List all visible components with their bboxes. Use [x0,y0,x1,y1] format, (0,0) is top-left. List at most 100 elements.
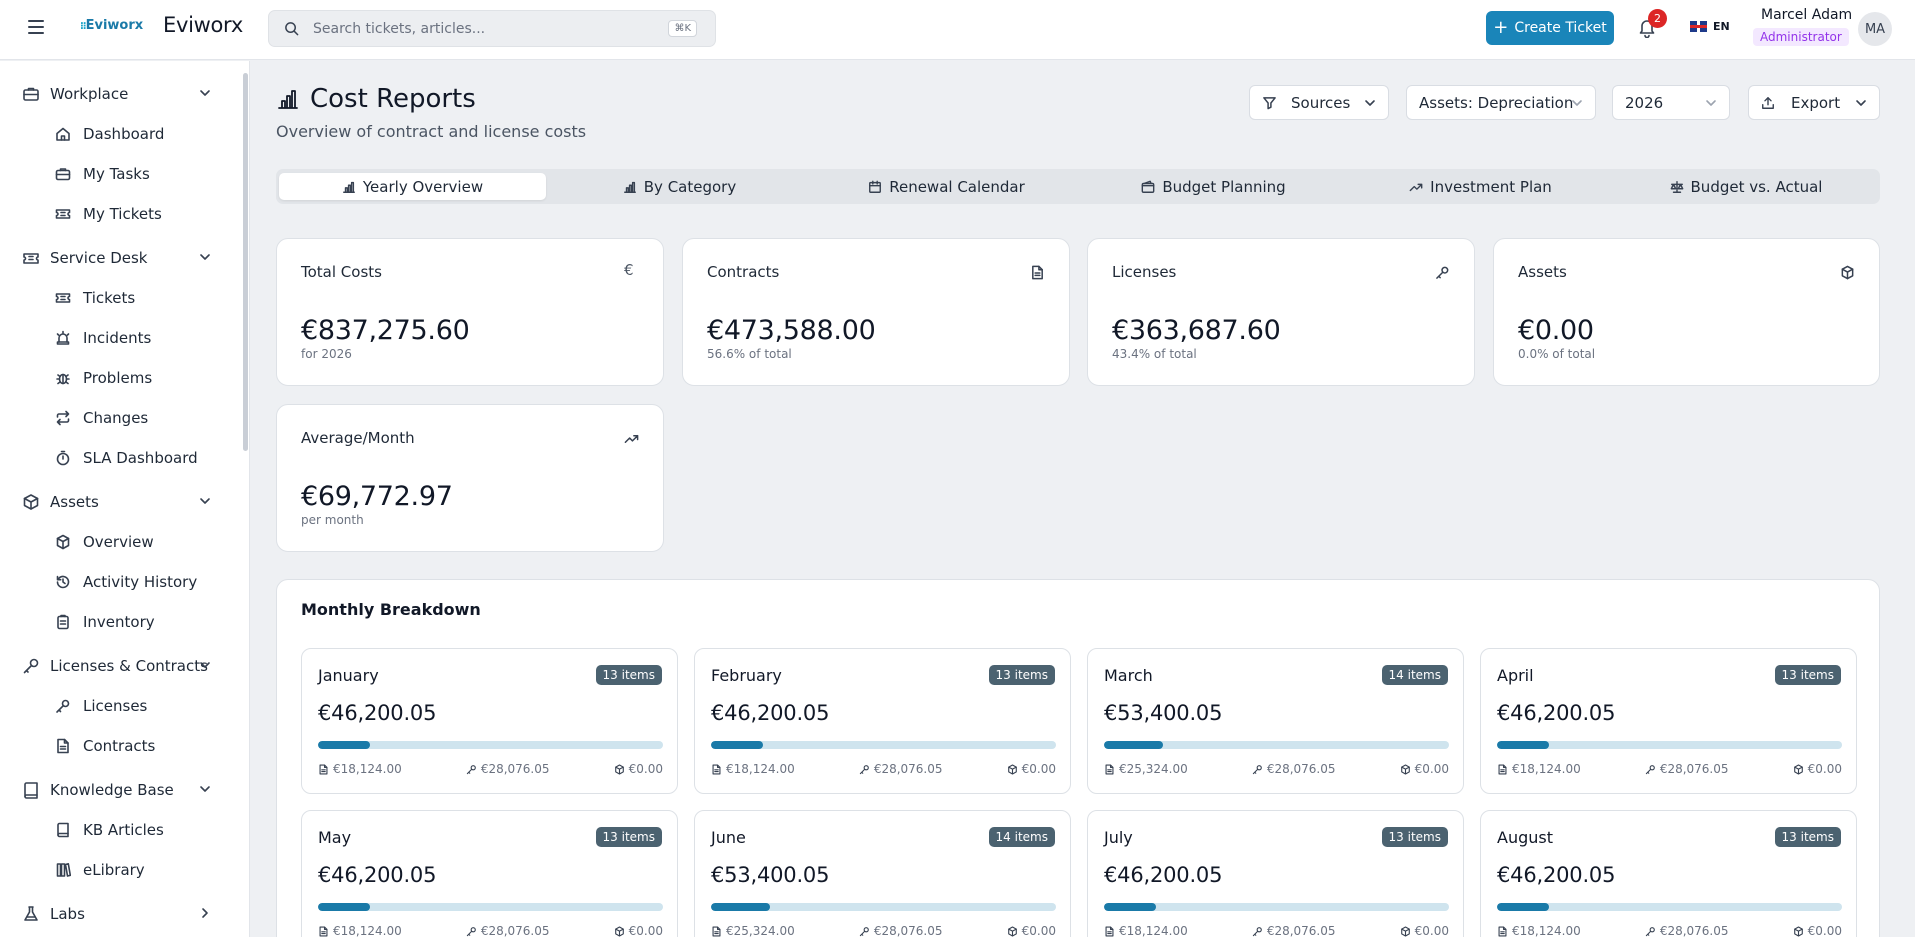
box-icon [1400,925,1410,937]
month-total: €46,200.05 [318,701,437,725]
ticket-icon [55,209,71,219]
month-name: April [1497,666,1534,685]
export-button[interactable]: Export [1748,85,1880,120]
sidebar-item-problems[interactable]: Problems [55,366,152,390]
tab-yearly-overview[interactable]: Yearly Overview [279,173,546,200]
licenses-cost-value: €28,076.05 [873,924,943,937]
sidebar-item-contracts[interactable]: Contracts [55,734,155,758]
month-total: €46,200.05 [1497,701,1616,725]
language-switcher[interactable]: EN [1690,20,1730,33]
bar-chart-icon [342,181,355,193]
upload-icon [1762,96,1774,109]
assets-cost-value: €0.00 [1807,924,1842,937]
chevron-down-icon [200,254,210,260]
sidebar-item-label: Inventory [83,613,155,631]
month-cost-split: €25,324.00 €28,076.05 €0.00 [1104,762,1449,776]
month-name: May [318,828,352,847]
tab-renewal-calendar[interactable]: Renewal Calendar [813,173,1080,200]
assets-cost-value: €0.00 [1414,762,1449,776]
sidebar-item-elibrary[interactable]: eLibrary [55,858,145,882]
stat-sub: per month [301,513,364,527]
key-icon [1645,926,1655,936]
sidebar-group-workplace[interactable]: Workplace [22,82,210,106]
tab-label: Yearly Overview [362,177,484,196]
year-select[interactable]: 2026 [1612,85,1730,120]
sidebar-item-dashboard[interactable]: Dashboard [55,122,164,146]
month-name: July [1104,828,1133,847]
user-role-badge: Administrator [1753,28,1849,46]
key-icon [466,764,476,774]
stat-sub: 0.0% of total [1518,347,1596,361]
create-ticket-button[interactable]: + Create Ticket [1486,11,1614,45]
sidebar-group-knowledge-base[interactable]: Knowledge Base [22,778,210,802]
sources-label: Sources [1291,93,1351,112]
sidebar-item-label: eLibrary [83,861,145,879]
trend-up-icon [1409,183,1423,191]
sidebar-group-service-desk[interactable]: Service Desk [22,246,210,270]
sidebar-scrollbar[interactable] [243,73,248,451]
sidebar-item-label: My Tickets [83,205,162,223]
sidebar-item-licenses[interactable]: Licenses [55,694,147,718]
licenses-cost: €28,076.05 [859,762,943,776]
page-title: Cost Reports [276,84,476,114]
month-card[interactable]: August 13 items €46,200.05 €18,124.00 €28,07… [1480,810,1857,937]
sidebar-item-kb-articles[interactable]: KB Articles [55,818,164,842]
sidebar-item-label: Tickets [83,289,136,307]
month-card[interactable]: January 13 items €46,200.05 €18,124.00 €28,0… [301,648,678,794]
sidebar-group-label: Workplace [50,85,129,103]
bar-chart-icon [278,90,298,109]
tab-investment-plan[interactable]: Investment Plan [1347,173,1614,200]
box-icon [1793,925,1803,937]
licenses-cost: €28,076.05 [1252,924,1336,937]
file-icon [319,925,328,937]
chevron-down-icon [200,662,210,668]
month-card[interactable]: April 13 items €46,200.05 €18,124.00 €28,076… [1480,648,1857,794]
stat-card-licenses: Licenses €363,687.60 43.4% of total [1087,238,1475,386]
contracts-cost: €25,324.00 [1104,762,1188,776]
sidebar-item-tickets[interactable]: Tickets [55,286,135,310]
month-card[interactable]: March 14 items €53,400.05 €25,324.00 €28,076… [1087,648,1464,794]
scale-icon [1670,180,1683,193]
items-count-badge: 14 items [1381,665,1448,685]
month-card[interactable]: February 13 items €46,200.05 €18,124.00 €28,… [694,648,1071,794]
sidebar-item-overview[interactable]: Overview [55,530,154,554]
sidebar-group-licenses-contracts[interactable]: Licenses & Contracts [22,654,210,678]
assets-cost: €0.00 [1007,924,1056,937]
tab-budget-planning[interactable]: Budget Planning [1080,173,1347,200]
contracts-cost-value: €18,124.00 [1512,762,1581,776]
top-bar: ⁝⁝Eviworx Eviworx Search tickets, articl… [0,0,1915,60]
month-card[interactable]: May 13 items €46,200.05 €18,124.00 €28,076.0… [301,810,678,937]
asset-mode-select[interactable]: Assets: Depreciation [1406,85,1596,120]
stat-label: Licenses [1112,263,1177,281]
contracts-cost: €18,124.00 [1497,924,1581,937]
sidebar-item-sla-dashboard[interactable]: SLA Dashboard [55,446,198,470]
sources-filter-button[interactable]: Sources [1249,85,1389,120]
sidebar-item-my-tasks[interactable]: My Tasks [55,162,150,186]
tab-label: Investment Plan [1430,177,1552,196]
avatar[interactable]: MA [1858,12,1892,46]
tab-label: Budget Planning [1162,177,1286,196]
sidebar-item-label: My Tasks [83,165,150,183]
sidebar-item-my-tickets[interactable]: My Tickets [55,202,162,226]
month-cost-split: €18,124.00 €28,076.05 €0.00 [318,924,663,937]
sidebar-group-assets[interactable]: Assets [22,490,210,514]
export-label: Export [1791,93,1841,112]
user-name[interactable]: Marcel Adam [1761,7,1852,23]
stat-label: Assets [1518,263,1567,281]
month-card[interactable]: July 13 items €46,200.05 €18,124.00 €28,076.… [1087,810,1464,937]
box-icon [56,534,70,550]
month-cost-split: €18,124.00 €28,076.05 €0.00 [1104,924,1449,937]
sidebar-item-incidents[interactable]: Incidents [55,326,151,350]
tab-by-category[interactable]: By Category [546,173,813,200]
key-icon [1252,926,1262,936]
logo[interactable]: ⁝⁝Eviworx [80,18,143,33]
sidebar-item-activity-history[interactable]: Activity History [55,570,197,594]
menu-icon[interactable] [28,20,44,34]
monthly-breakdown-panel: Monthly Breakdown January 13 items €46,200… [276,579,1880,937]
search-input[interactable]: Search tickets, articles... ⌘K [268,10,716,47]
sidebar-item-changes[interactable]: Changes [55,406,148,430]
sidebar-item-inventory[interactable]: Inventory [55,610,155,634]
month-card[interactable]: June 14 items €53,400.05 €25,324.00 €28,076.… [694,810,1071,937]
sidebar-group-labs[interactable]: Labs [22,902,208,926]
tab-budget-vs-actual[interactable]: Budget vs. Actual [1614,173,1878,200]
